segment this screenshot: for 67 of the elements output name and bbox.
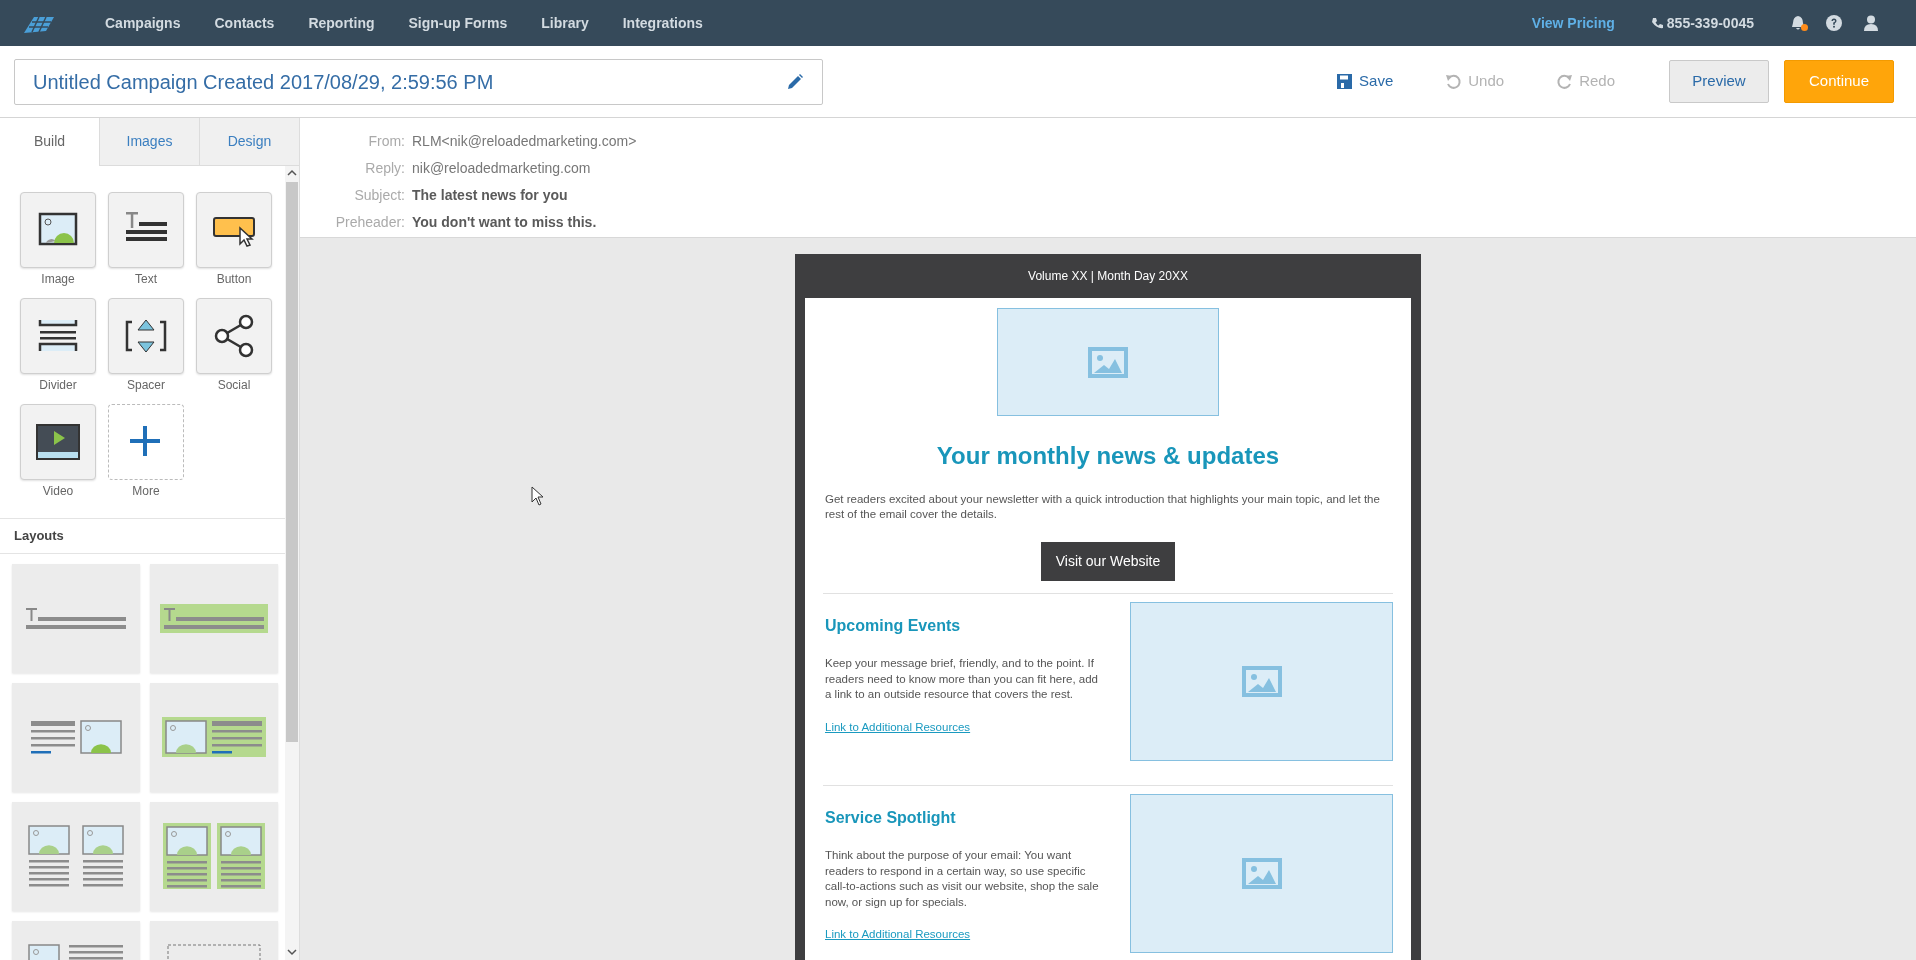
- section-paragraph: Think about the purpose of your email: You want readers to respond in a certain way, so use specific call-to-actions such as visit our website, shop the sale now, or sign up for specials.: [825, 848, 1099, 910]
- block-tile[interactable]: [108, 404, 184, 480]
- section-title: Service Spotlight: [825, 808, 957, 828]
- image-icon: [1241, 666, 1282, 697]
- notifications-button[interactable]: [1790, 15, 1806, 31]
- field-label: Subject:: [353, 186, 405, 205]
- nav-link[interactable]: Library: [541, 12, 589, 34]
- banner-text: Volume XX | Month Day 20XX: [1028, 268, 1188, 285]
- pricing-link[interactable]: View Pricing: [1531, 12, 1615, 34]
- image-icon: [1241, 858, 1282, 889]
- nav-link[interactable]: Sign-up Forms: [408, 12, 508, 34]
- block-tile[interactable]: [20, 298, 96, 374]
- help-icon[interactable]: [1826, 15, 1842, 31]
- nav-link[interactable]: Campaigns: [105, 12, 181, 34]
- redo-icon: [1556, 73, 1574, 90]
- cursor-icon: [531, 486, 545, 506]
- field-value[interactable]: You don't want to miss this.: [405, 209, 597, 236]
- nav-link[interactable]: Contacts: [214, 12, 275, 34]
- block-label: Divider: [38, 377, 78, 394]
- field-value[interactable]: RLM<nik@reloadedmarketing.com>: [405, 128, 637, 155]
- layout-tile[interactable]: [12, 563, 140, 673]
- website-button[interactable]: Visit our Website: [1040, 542, 1176, 581]
- bell-icon: [1790, 15, 1806, 31]
- block-label: Image: [40, 271, 76, 288]
- field-label: Preheader:: [334, 213, 405, 232]
- field-value[interactable]: The latest news for you: [405, 182, 568, 209]
- field-value[interactable]: nik@reloadedmarketing.com: [405, 155, 591, 182]
- block-tile[interactable]: [108, 192, 184, 268]
- block-label: Button: [215, 271, 253, 288]
- block-label: Video: [41, 483, 75, 500]
- layout-tile[interactable]: [150, 563, 278, 673]
- block-tile[interactable]: [196, 298, 272, 374]
- save-icon: [1336, 73, 1354, 90]
- section-paragraph: Keep your message brief, friendly, and to the point. If readers need to know more than you can fit here, add a link to an outside resource that covers the rest.: [825, 656, 1099, 702]
- block-label: More: [131, 483, 161, 500]
- user-icon[interactable]: [1864, 15, 1878, 31]
- sidebar-tab[interactable]: Design: [199, 118, 299, 166]
- layout-tile[interactable]: [12, 682, 140, 792]
- field-label: Reply:: [364, 159, 405, 178]
- phone-number: 855-339-0045: [1666, 13, 1754, 33]
- pencil-icon: [786, 72, 804, 91]
- block-label: Spacer: [126, 377, 166, 394]
- save-button[interactable]: Save: [1336, 70, 1394, 93]
- block-tile[interactable]: [196, 192, 272, 268]
- nav-link[interactable]: Reporting: [308, 12, 375, 34]
- resource-link[interactable]: Link to Additional Resources: [825, 718, 971, 736]
- preview-button[interactable]: Preview: [1669, 60, 1769, 103]
- layout-tile[interactable]: [150, 801, 278, 911]
- section-title: Upcoming Events: [825, 616, 962, 636]
- campaign-title-field[interactable]: Untitled Campaign Created 2017/08/29, 2:59:56 PM: [14, 58, 823, 105]
- undo-icon: [1445, 73, 1463, 90]
- email-headline: Your monthly news & updates: [935, 441, 1281, 471]
- scrollbar[interactable]: [285, 166, 299, 960]
- block-label: Text: [134, 271, 158, 288]
- field-label: From:: [367, 132, 405, 151]
- layout-tile[interactable]: [12, 801, 140, 911]
- sidebar-tab[interactable]: Images: [99, 118, 199, 166]
- block-tile[interactable]: [20, 404, 96, 480]
- layout-tile[interactable]: [150, 682, 278, 792]
- resource-link[interactable]: Link to Additional Resources: [825, 926, 971, 944]
- block-tile[interactable]: [20, 192, 96, 268]
- block-label: Social: [216, 377, 252, 394]
- image-icon: [1088, 346, 1128, 378]
- phone-icon: [1650, 17, 1663, 29]
- block-tile[interactable]: [108, 298, 184, 374]
- nav-link[interactable]: Integrations: [622, 12, 703, 34]
- intro-paragraph: Get readers excited about your newsletter with a quick introduction that highlights your main topic, and let the rest of the email cover the details.: [824, 492, 1381, 522]
